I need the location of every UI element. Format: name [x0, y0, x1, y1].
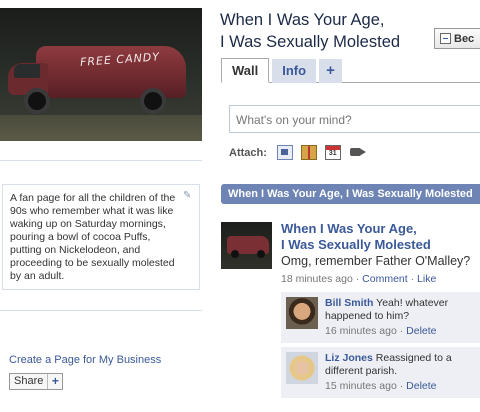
page-title-line2: I Was Sexually Molested: [220, 33, 401, 51]
avatar[interactable]: [286, 297, 318, 329]
comment-timestamp: 16 minutes ago: [325, 325, 397, 337]
profile-photo[interactable]: FREE CANDY: [0, 8, 202, 141]
separator: ·: [407, 273, 418, 285]
fan-icon: [440, 33, 451, 44]
thumb-wheel: [257, 250, 265, 258]
comment-timestamp: 15 minutes ago: [325, 380, 397, 392]
attach-label: Attach:: [229, 146, 267, 159]
comment-item: Liz Jones Reassigned to a different pari…: [281, 347, 480, 399]
become-fan-label: Bec: [454, 32, 475, 45]
post-author-line1: When I Was Your Age,: [281, 221, 417, 236]
comment-text: Liz Jones Reassigned to a different pari…: [325, 352, 480, 378]
tab-add[interactable]: +: [319, 59, 342, 83]
post-meta: 18 minutes ago · Comment · Like: [281, 273, 436, 285]
status-input[interactable]: What's on your mind?: [229, 105, 480, 133]
tab-info[interactable]: Info: [272, 59, 317, 83]
divider: [0, 310, 202, 311]
post-timestamp: 18 minutes ago: [281, 273, 353, 285]
post-author-line2: I Was Sexually Molested: [281, 237, 431, 252]
separator: ·: [352, 273, 363, 285]
photo-ground: [0, 115, 202, 141]
about-box: A fan page for all the children of the 9…: [2, 184, 200, 290]
separator: ·: [396, 325, 407, 337]
video-attach-icon[interactable]: [349, 145, 367, 160]
van-wheel-front: [24, 88, 50, 114]
become-fan-button[interactable]: Bec: [434, 28, 480, 49]
separator: ·: [396, 380, 407, 392]
page-title-line1: When I Was Your Age,: [220, 11, 385, 29]
wall-banner: When I Was Your Age, I Was Sexually Mole…: [221, 184, 480, 204]
post-thumbnail[interactable]: [221, 222, 272, 269]
share-plus-icon: +: [51, 374, 59, 388]
about-text: A fan page for all the children of the 9…: [10, 192, 176, 282]
share-label: Share: [10, 374, 49, 389]
van-wheel-rear: [140, 88, 166, 114]
comment-meta: 16 minutes ago · Delete: [325, 325, 480, 337]
share-button[interactable]: Share +: [9, 373, 64, 390]
gift-attach-icon[interactable]: [300, 145, 317, 160]
page-title: When I Was Your Age, I Was Sexually Mole…: [220, 9, 430, 53]
post-author-link[interactable]: When I Was Your Age, I Was Sexually Mole…: [281, 221, 480, 253]
thumb-wheel: [231, 250, 239, 258]
comment-meta: 15 minutes ago · Delete: [325, 380, 480, 392]
comment-text: Bill Smith Yeah! whatever happened to hi…: [325, 297, 480, 323]
delete-link[interactable]: Delete: [406, 380, 436, 392]
delete-link[interactable]: Delete: [406, 325, 436, 337]
comment-link[interactable]: Comment: [362, 273, 408, 285]
create-page-link[interactable]: Create a Page for My Business: [9, 354, 161, 366]
tab-wall[interactable]: Wall: [221, 58, 270, 83]
commenter-name-link[interactable]: Bill Smith: [325, 297, 373, 309]
comment-item: Bill Smith Yeah! whatever happened to hi…: [281, 292, 480, 344]
photo-attach-icon[interactable]: [276, 145, 293, 160]
van-window: [14, 64, 40, 78]
pencil-icon[interactable]: ✎: [183, 191, 193, 201]
post-body: Omg, remember Father O'Malley?: [281, 254, 471, 268]
comments-list: Bill Smith Yeah! whatever happened to hi…: [281, 292, 480, 407]
tab-bar: Wall Info +: [221, 58, 345, 83]
avatar[interactable]: [286, 352, 318, 384]
attach-row: Attach:: [229, 145, 367, 160]
calendar-attach-icon[interactable]: [324, 145, 341, 160]
commenter-name-link[interactable]: Liz Jones: [325, 352, 373, 364]
divider: [0, 160, 202, 161]
like-link[interactable]: Like: [417, 273, 436, 285]
